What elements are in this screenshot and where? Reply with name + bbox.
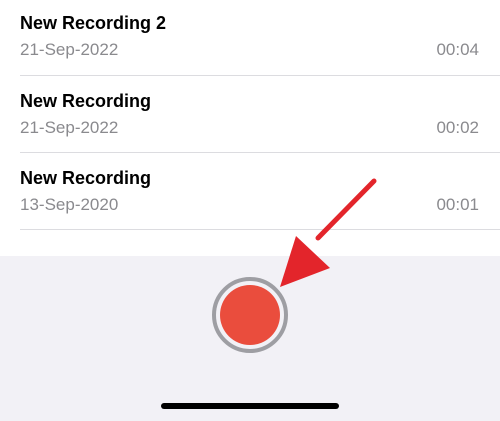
recording-row[interactable]: New Recording 2 21-Sep-2022 00:04 (0, 0, 500, 76)
recording-title: New Recording (20, 168, 152, 188)
row-divider (20, 229, 500, 230)
recording-date: 21-Sep-2022 (20, 40, 119, 59)
record-icon (220, 285, 280, 345)
recording-title: New Recording 2 (20, 13, 167, 33)
recording-row[interactable]: New Recording 21-Sep-2022 00:02 (0, 76, 500, 153)
recording-duration: 00:04 (436, 40, 479, 59)
recording-row[interactable]: New Recording 13-Sep-2020 00:01 (0, 153, 500, 230)
record-button[interactable] (212, 277, 288, 353)
recording-duration: 00:01 (436, 195, 479, 214)
recording-duration: 00:02 (436, 118, 479, 137)
recording-title: New Recording (20, 91, 152, 111)
home-indicator[interactable] (161, 403, 339, 409)
recording-date: 13-Sep-2020 (20, 195, 119, 214)
recording-date: 21-Sep-2022 (20, 118, 119, 137)
recordings-list: New Recording 2 21-Sep-2022 00:04 New Re… (0, 0, 500, 256)
